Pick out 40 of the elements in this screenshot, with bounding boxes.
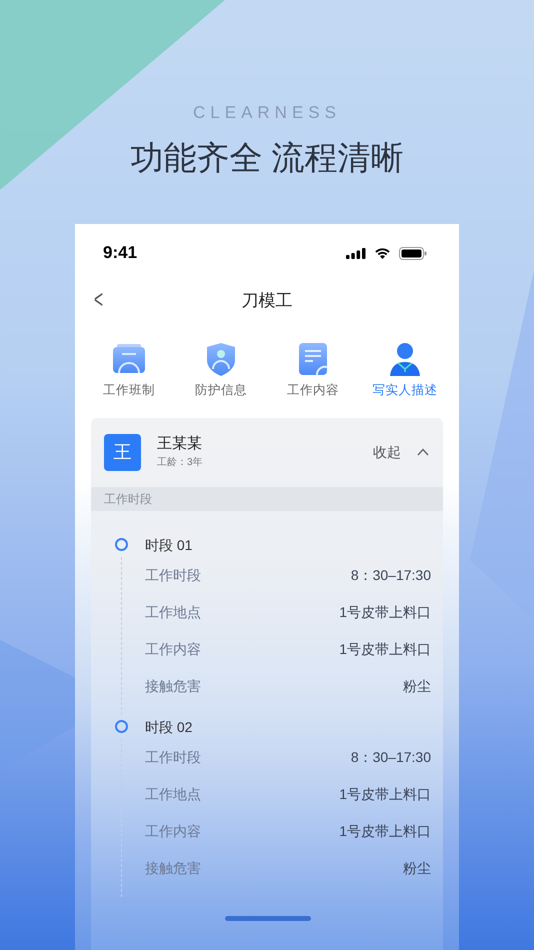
back-button[interactable]: < [90, 282, 107, 316]
period-title: 时段 02 [145, 718, 192, 737]
status-time: 9:41 [103, 242, 138, 264]
tab[interactable]: 工作班制 [83, 342, 175, 400]
field-label: 工作内容 [145, 822, 201, 841]
banner-subtitle: CLEARNESS [193, 102, 341, 124]
battery-icon [399, 246, 427, 260]
page-title: 刀模工 [242, 291, 292, 310]
field-label: 接触危害 [145, 676, 201, 696]
worker-name: 王某某 [157, 434, 203, 453]
seniority-text: 工龄：3年 [157, 456, 204, 470]
field-value: 1号皮带上料口 [339, 640, 431, 659]
field-label: 工作内容 [145, 640, 201, 659]
field-value: 8：30–17:30 [350, 566, 431, 585]
calendar-icon [111, 342, 147, 376]
banner-title: 功能齐全 流程清晰 [130, 138, 404, 178]
timeline-dot [115, 720, 128, 734]
field-label: 工作时段 [145, 566, 201, 585]
field-label: 接触危害 [145, 858, 201, 878]
tab[interactable]: 写实人描述 [359, 342, 451, 400]
section-header: 工作时段 [91, 486, 443, 511]
signal-icon [346, 248, 366, 258]
field-value: 1号皮带上料口 [339, 822, 431, 841]
period-title: 时段 01 [145, 536, 192, 555]
tab[interactable]: 工作内容 [267, 342, 359, 400]
collapse-toggle[interactable]: 收起 [373, 442, 429, 463]
field-label: 工作时段 [145, 748, 201, 767]
field-label: 工作地点 [145, 784, 201, 804]
chevron-icon [417, 448, 429, 456]
field-value: 8：30–17:30 [350, 748, 431, 767]
field-value: 粉尘 [403, 676, 431, 696]
field-label: 工作地点 [145, 602, 201, 622]
timeline-dot [115, 538, 128, 552]
avatar: 王 [104, 434, 141, 471]
tab[interactable]: 防护信息 [175, 342, 267, 400]
field-value: 粉尘 [403, 858, 431, 878]
field-value: 1号皮带上料口 [339, 784, 431, 804]
wifi-icon [374, 247, 391, 259]
person-icon [387, 342, 423, 376]
field-value: 1号皮带上料口 [339, 602, 431, 622]
